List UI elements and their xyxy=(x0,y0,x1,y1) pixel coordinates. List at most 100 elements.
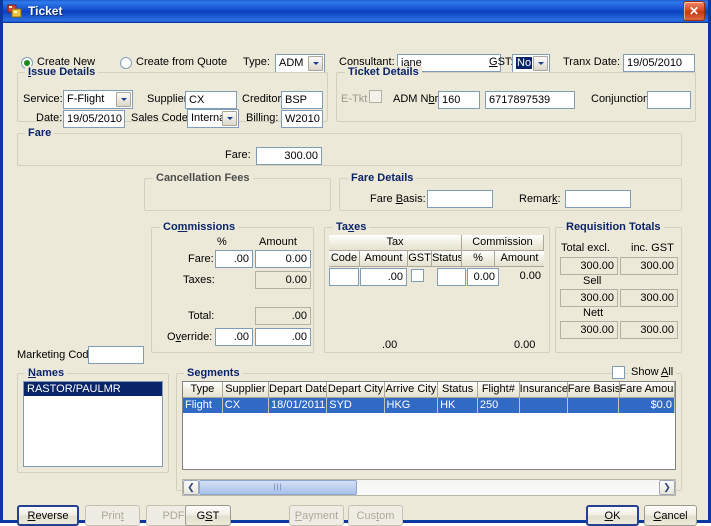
segments-col-fare-amount[interactable]: Fare Amount xyxy=(619,382,675,398)
issue-details-title: Issue Details xyxy=(25,66,99,78)
date-input[interactable]: 19/05/2010 xyxy=(63,110,125,128)
window-title: Ticket xyxy=(28,4,63,18)
table-row[interactable]: Flight CX 18/01/2011 SYD HKG HK 250 $0.0 xyxy=(183,398,675,413)
segment-cell-supplier: CX xyxy=(222,398,270,413)
segments-hscroll-track[interactable]: ||| xyxy=(199,480,659,495)
names-title: Names xyxy=(25,367,68,379)
requisition-sell-label: Sell xyxy=(583,275,602,287)
commissions-fare-amount-input[interactable]: 0.00 xyxy=(255,250,311,268)
segment-cell-type: Flight xyxy=(183,398,223,413)
creditor-input[interactable]: BSP xyxy=(281,91,323,109)
type-label: Type: xyxy=(243,56,270,68)
commissions-fare-pct-input[interactable]: .00 xyxy=(215,250,253,268)
chevron-down-icon[interactable] xyxy=(222,111,237,126)
requisition-total-excl: 300.00 xyxy=(560,257,618,275)
ticket-details-title: Ticket Details xyxy=(345,66,422,78)
segments-col-insurance[interactable]: Insurance xyxy=(519,382,568,398)
gst-select[interactable]: No xyxy=(512,54,550,73)
title-bar: Ticket ✕ xyxy=(3,0,708,23)
taxes-comm-amount-value: 0.00 xyxy=(519,270,541,282)
taxes-total-commission: 0.00 xyxy=(514,339,536,351)
segment-cell-fare-basis xyxy=(567,398,620,413)
requisition-sell-excl: 300.00 xyxy=(560,289,618,307)
taxes-gst-checkbox[interactable] xyxy=(411,269,424,282)
chevron-left-icon[interactable]: ❮ xyxy=(183,480,199,495)
gst-label: GST: xyxy=(489,56,514,68)
requisition-total-inc: 300.00 xyxy=(620,257,678,275)
date-label: Date: xyxy=(36,112,63,124)
remark-input[interactable] xyxy=(565,190,631,208)
tranx-date-input[interactable]: 19/05/2010 xyxy=(623,54,695,72)
segments-title: Segments xyxy=(184,367,243,379)
radio-create-from-quote-label: Create from Quote xyxy=(136,56,228,68)
names-listbox[interactable]: RASTOR/PAULMR xyxy=(23,381,163,467)
conjunction-input[interactable] xyxy=(647,91,691,109)
creditor-label: Creditor: xyxy=(242,93,285,105)
segment-cell-fare-amount: $0.0 xyxy=(619,398,675,413)
ticket-window: Ticket ✕ Create New Create from Quote Ty… xyxy=(0,0,711,526)
commissions-override-amount-input[interactable]: .00 xyxy=(255,328,311,346)
requisition-col-inc-gst: inc. GST xyxy=(631,242,674,254)
taxes-col-gst: GST xyxy=(408,251,432,267)
segments-col-supplier[interactable]: Supplier xyxy=(222,382,270,398)
adm-nbr-input[interactable]: 160 xyxy=(438,91,480,109)
service-label: Service: xyxy=(23,93,63,105)
marketing-code-label: Marketing Code: xyxy=(17,349,98,361)
commissions-col-pct: % xyxy=(217,236,227,248)
taxes-amount-input[interactable]: .00 xyxy=(360,268,407,286)
segments-col-depart-date[interactable]: Depart Date xyxy=(269,382,328,398)
cancellation-fees-title: Cancellation Fees xyxy=(153,172,253,184)
adm-nbr-secondary-input[interactable]: 6717897539 xyxy=(485,91,575,109)
supplier-input[interactable]: CX xyxy=(185,91,237,109)
segments-col-status[interactable]: Status xyxy=(438,382,479,398)
sales-code-select[interactable]: Internat xyxy=(187,109,239,128)
radio-create-from-quote[interactable] xyxy=(120,57,132,69)
taxes-col-code: Code xyxy=(329,251,360,267)
service-select[interactable]: F-Flight xyxy=(63,90,133,109)
segments-hscrollbar[interactable]: ❮ ||| ❯ xyxy=(182,479,676,496)
segments-col-fare-basis[interactable]: Fare Basis xyxy=(567,382,620,398)
fare-input[interactable]: 300.00 xyxy=(256,147,322,165)
billing-input[interactable]: W2010 xyxy=(281,110,323,128)
chevron-down-icon[interactable] xyxy=(308,56,323,71)
segments-col-flight-number[interactable]: Flight# xyxy=(478,382,520,398)
show-all-label: Show All xyxy=(628,366,677,378)
tranx-date-label: Tranx Date: xyxy=(563,56,621,68)
taxes-title: Taxes xyxy=(333,221,370,233)
fare-basis-input[interactable] xyxy=(427,190,493,208)
fare-group xyxy=(17,133,682,166)
segment-cell-depart-date: 18/01/2011 xyxy=(269,398,328,413)
billing-label: Billing: xyxy=(246,112,279,124)
segments-col-arrive-city[interactable]: Arrive City xyxy=(384,382,439,398)
taxes-pct-input[interactable]: 0.00 xyxy=(467,268,499,286)
segments-col-depart-city[interactable]: Depart City xyxy=(327,382,385,398)
chevron-right-icon[interactable]: ❯ xyxy=(659,480,675,495)
segment-cell-flight-number: 250 xyxy=(477,398,520,413)
fare-details-title: Fare Details xyxy=(348,172,417,184)
taxes-column-header: Code Amount GST Status % Amount xyxy=(329,251,544,267)
commissions-override-pct-input[interactable]: .00 xyxy=(215,328,253,346)
segments-table[interactable]: Type Supplier Depart Date Depart City Ar… xyxy=(182,381,676,470)
type-select[interactable]: ADM xyxy=(275,54,325,73)
segments-col-type[interactable]: Type xyxy=(183,382,223,398)
segments-table-header: Type Supplier Depart Date Depart City Ar… xyxy=(183,382,675,398)
chevron-down-icon[interactable] xyxy=(116,92,131,107)
gst-value: No xyxy=(516,57,533,69)
etkt-checkbox[interactable] xyxy=(369,90,382,103)
segments-hscroll-thumb[interactable]: ||| xyxy=(199,480,357,495)
commissions-taxes-label: Taxes: xyxy=(183,274,215,286)
taxes-status-input[interactable] xyxy=(437,268,466,286)
taxes-col-amount: Amount xyxy=(360,251,408,267)
adm-nbr-label: ADM Nbr: xyxy=(393,93,441,105)
chevron-down-icon[interactable] xyxy=(533,56,548,71)
segment-cell-insurance xyxy=(519,398,568,413)
close-icon[interactable]: ✕ xyxy=(683,1,705,21)
marketing-code-input[interactable] xyxy=(88,346,144,364)
fare-basis-label: Fare Basis: xyxy=(370,193,426,205)
list-item[interactable]: RASTOR/PAULMR xyxy=(24,382,162,396)
show-all-checkbox[interactable] xyxy=(612,366,625,379)
taxes-group-tax: Tax xyxy=(329,235,462,251)
requisition-sell-inc: 300.00 xyxy=(620,289,678,307)
commissions-col-amount: Amount xyxy=(259,236,297,248)
taxes-code-input[interactable] xyxy=(329,268,359,286)
